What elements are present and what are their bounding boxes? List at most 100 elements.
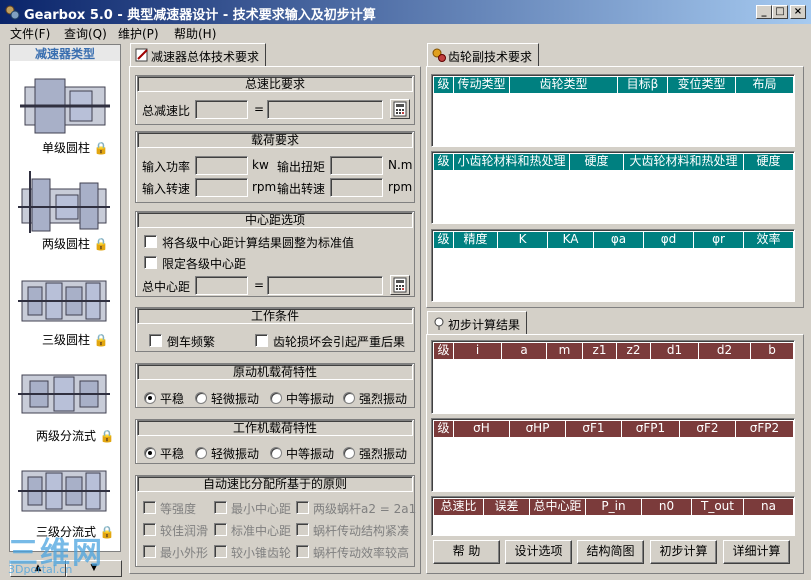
col-header: KA: [548, 232, 594, 248]
machine-light-radio[interactable]: [195, 447, 207, 459]
col-header: 精度: [454, 232, 498, 248]
sidebar-title: 减速器类型: [10, 45, 120, 61]
gear-type-table[interactable]: 级 传动类型 齿轮类型 目标β 变位类型 布局: [431, 74, 795, 147]
better-lubrication-checkbox[interactable]: [143, 523, 156, 536]
prime-medium-radio[interactable]: [270, 392, 282, 404]
severe-failure-label: 齿轮损坏会引起严重后果: [273, 335, 406, 349]
total-ratio-input[interactable]: [195, 100, 248, 119]
col-header: σFP1: [622, 421, 680, 437]
worm-efficiency-checkbox[interactable]: [296, 545, 309, 558]
table-header: 级 精度 K KA φa φd φr 效率: [434, 232, 794, 248]
output-speed-input[interactable]: [330, 178, 383, 197]
menu-file[interactable]: 文件(F): [10, 25, 50, 42]
input-power-label: 输入功率: [142, 160, 191, 174]
round-center-distance-checkbox[interactable]: [144, 235, 157, 248]
col-header: 传动类型: [454, 77, 510, 93]
input-power-input[interactable]: [195, 156, 248, 175]
limit-center-distance-checkbox[interactable]: [144, 256, 157, 269]
two-stage-split-gearbox-icon[interactable]: [18, 363, 110, 426]
total-center-distance-input[interactable]: [195, 276, 248, 295]
lock-icon: 🔒: [93, 141, 109, 155]
worm-a2-checkbox[interactable]: [296, 501, 309, 514]
col-header: n0: [642, 499, 692, 515]
col-header: σHP: [510, 421, 566, 437]
menu-query[interactable]: 查询(Q): [64, 25, 107, 42]
round-center-distance-label: 将各级中心距计算结果圆整为标准值: [162, 236, 355, 250]
machine-medium-radio[interactable]: [270, 447, 282, 459]
col-header: T_out: [692, 499, 744, 515]
minimize-button[interactable]: _: [756, 5, 772, 19]
help-button[interactable]: 帮 助: [433, 540, 500, 564]
prelim-calc-button[interactable]: 初步计算: [650, 540, 717, 564]
col-header: φa: [594, 232, 644, 248]
working-machine-title: 工作机载荷特性: [137, 420, 413, 436]
standard-center-checkbox[interactable]: [214, 523, 227, 536]
machine-smooth-radio[interactable]: [144, 447, 156, 459]
table-header: 级 i a m z1 z2 d1 d2 b: [434, 343, 794, 359]
calculator-button[interactable]: [390, 275, 410, 295]
col-header: σF2: [680, 421, 736, 437]
gear-material-table[interactable]: 级 小齿轮材料和热处理 硬度 大齿轮材料和热处理 硬度: [431, 151, 795, 224]
result-summary-table[interactable]: 总速比 误差 总中心距 P_in n0 T_out na: [431, 496, 795, 536]
three-stage-gearbox-icon[interactable]: [18, 267, 110, 334]
calculator-button[interactable]: [390, 99, 410, 119]
small-bevel-checkbox[interactable]: [214, 545, 227, 558]
min-center-label: 最小中心距: [231, 502, 292, 516]
center-distance-formula-input[interactable]: [267, 276, 383, 295]
frequent-reverse-checkbox[interactable]: [149, 334, 162, 347]
tab-overall-requirements[interactable]: 减速器总体技术要求: [130, 43, 267, 67]
col-header: z1: [583, 343, 617, 359]
maximize-button[interactable]: □: [772, 5, 788, 19]
output-torque-input[interactable]: [330, 156, 383, 175]
col-header: 级: [434, 421, 454, 437]
prime-heavy-label: 强烈振动: [359, 392, 408, 406]
tab-gear-requirements[interactable]: 齿轮副技术要求: [427, 43, 540, 67]
structure-sketch-button[interactable]: 结构简图: [577, 540, 644, 564]
close-button[interactable]: ×: [790, 5, 806, 19]
ratio-principle-title: 自动速比分配所基于的原则: [137, 476, 413, 492]
output-speed-label: 输出转速: [277, 182, 326, 196]
min-size-checkbox[interactable]: [143, 545, 156, 558]
app-icon: [4, 4, 20, 20]
total-center-distance-label: 总中心距: [142, 280, 191, 294]
prime-medium-label: 中等振动: [286, 392, 335, 406]
col-header: 大齿轮材料和热处理: [624, 154, 744, 170]
frequent-reverse-label: 倒车频繁: [167, 335, 216, 349]
worm-efficiency-label: 蜗杆传动效率较高: [313, 546, 410, 560]
result-stress-table[interactable]: 级 σH σHP σF1 σFP1 σF2 σFP2: [431, 418, 795, 492]
severe-failure-checkbox[interactable]: [255, 334, 268, 347]
prime-heavy-radio[interactable]: [343, 392, 355, 404]
output-torque-label: 输出扭矩: [277, 160, 326, 174]
gear-precision-table[interactable]: 级 精度 K KA φa φd φr 效率: [431, 229, 795, 302]
equal-strength-checkbox[interactable]: [143, 501, 156, 514]
single-stage-gearbox-icon[interactable]: [20, 75, 110, 138]
col-header: 总中心距: [530, 499, 586, 515]
table-header: 级 σH σHP σF1 σFP1 σF2 σFP2: [434, 421, 794, 437]
detail-calc-button[interactable]: 详细计算: [723, 540, 790, 564]
min-size-label: 最小外形: [160, 546, 209, 560]
col-header: 级: [434, 343, 454, 359]
menu-bar: 文件(F) 查询(Q) 维护(P) 帮助(H): [0, 24, 811, 43]
prime-smooth-radio[interactable]: [144, 392, 156, 404]
calculator-icon: [393, 277, 407, 293]
total-ratio-label: 总减速比: [142, 104, 191, 118]
col-header: na: [744, 499, 794, 515]
result-geometry-table[interactable]: 级 i a m z1 z2 d1 d2 b: [431, 340, 795, 414]
machine-heavy-radio[interactable]: [343, 447, 355, 459]
menu-help[interactable]: 帮助(H): [174, 25, 216, 42]
menu-maintain[interactable]: 维护(P): [118, 25, 159, 42]
two-stage-gearbox-icon[interactable]: [18, 171, 110, 238]
input-speed-input[interactable]: [195, 178, 248, 197]
load-group-title: 载荷要求: [137, 132, 413, 148]
three-stage-split-gearbox-icon[interactable]: [18, 459, 110, 522]
worm-compact-checkbox[interactable]: [296, 523, 309, 536]
col-header: 级: [434, 232, 454, 248]
design-options-button[interactable]: 设计选项: [505, 540, 572, 564]
lock-icon: 🔒: [93, 237, 109, 251]
ratio-group-title: 总速比要求: [137, 76, 413, 92]
table-header: 级 小齿轮材料和热处理 硬度 大齿轮材料和热处理 硬度: [434, 154, 794, 170]
tab-prelim-results[interactable]: 初步计算结果: [427, 311, 528, 335]
min-center-checkbox[interactable]: [214, 501, 227, 514]
prime-light-radio[interactable]: [195, 392, 207, 404]
total-ratio-formula-input[interactable]: [267, 100, 383, 119]
